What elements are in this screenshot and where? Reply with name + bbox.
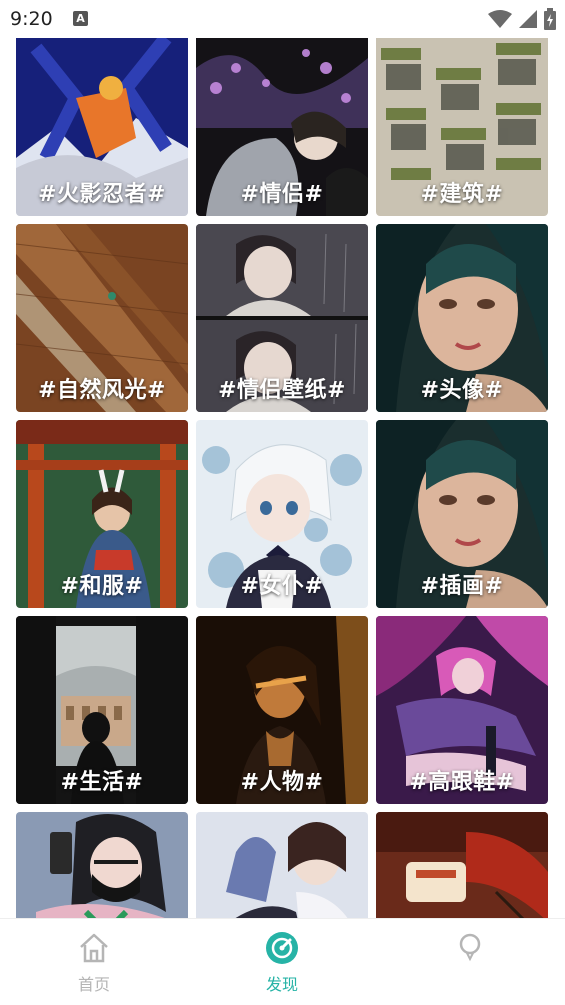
tile-maid[interactable]: #女仆#	[196, 420, 368, 608]
tile-extra-2[interactable]	[196, 812, 368, 918]
wifi-icon	[488, 10, 512, 28]
tile-couple-wallpaper[interactable]: #情侣壁纸#	[196, 224, 368, 412]
status-bar: 9:20 A	[0, 0, 565, 38]
tile-label: #火影忍者#	[38, 182, 166, 207]
status-icons	[487, 8, 557, 30]
nav-discover-label: 发现	[265, 975, 298, 994]
home-icon	[80, 933, 108, 963]
tile-label: #高跟鞋#	[409, 770, 515, 795]
tile-people[interactable]: #人物#	[196, 616, 368, 804]
tile-label: #插画#	[420, 574, 504, 599]
tile-extra-1[interactable]	[16, 812, 188, 918]
notification-icon: A	[73, 11, 88, 26]
tile-label: #建筑#	[420, 182, 504, 207]
tile-image	[16, 812, 188, 918]
status-time: 9:20	[10, 8, 53, 30]
profile-icon	[459, 933, 481, 962]
tile-couple[interactable]: #情侣#	[196, 38, 368, 216]
tile-label: #情侣壁纸#	[218, 378, 346, 403]
category-grid: #火影忍者# #情侣# #建筑# #自然风光# #情侣壁纸# #头像# #和服#…	[0, 38, 565, 918]
tile-nature[interactable]: #自然风光#	[16, 224, 188, 412]
tile-kimono[interactable]: #和服#	[16, 420, 188, 608]
tile-architecture[interactable]: #建筑#	[376, 38, 548, 216]
discover-icon	[266, 932, 298, 964]
nav-discover[interactable]: 发现	[222, 931, 342, 995]
bottom-nav: 首页 发现	[0, 918, 565, 1005]
tile-heels[interactable]: #高跟鞋#	[376, 616, 548, 804]
tile-naruto[interactable]: #火影忍者#	[16, 38, 188, 216]
tile-illustration[interactable]: #插画#	[376, 420, 548, 608]
nav-home[interactable]: 首页	[34, 931, 154, 995]
tile-label: #人物#	[240, 770, 324, 795]
tile-label: #头像#	[420, 378, 504, 403]
tile-avatar[interactable]: #头像#	[376, 224, 548, 412]
battery-icon	[544, 8, 556, 30]
nav-profile[interactable]	[410, 931, 530, 971]
tile-image	[376, 812, 548, 918]
tile-life[interactable]: #生活#	[16, 616, 188, 804]
tile-label: #自然风光#	[38, 378, 166, 403]
tile-extra-3[interactable]	[376, 812, 548, 918]
nav-home-label: 首页	[77, 975, 110, 994]
tile-label: #女仆#	[240, 574, 324, 599]
tile-image	[196, 812, 368, 918]
cellular-signal-icon	[519, 10, 537, 28]
tile-label: #和服#	[60, 574, 144, 599]
tile-label: #情侣#	[240, 182, 324, 207]
tile-label: #生活#	[60, 770, 144, 795]
